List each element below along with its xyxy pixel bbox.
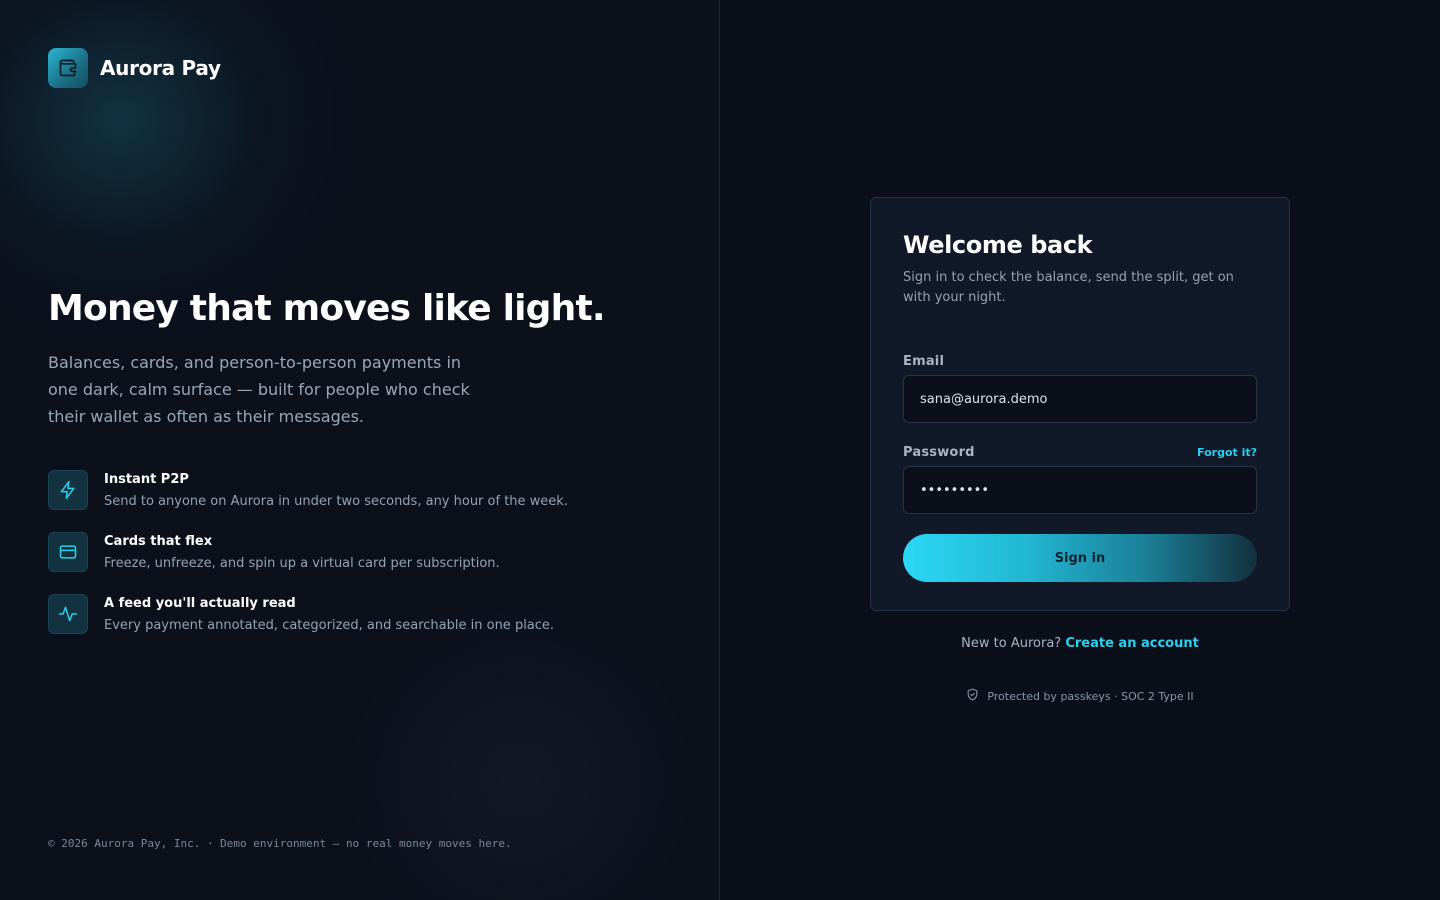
password-group: Password Forgot it? (903, 445, 1257, 514)
feature-title: A feed you'll actually read (104, 596, 296, 611)
login-page: Aurora Pay Money that moves like light. … (0, 0, 1440, 900)
email-label: Email (903, 354, 945, 369)
card-icon (48, 532, 88, 572)
hero-subtitle: Balances, cards, and person-to-person pa… (48, 353, 470, 426)
login-panel: Welcome back Sign in to check the balanc… (720, 0, 1440, 900)
login-subtitle: Sign in to check the balance, send the s… (903, 270, 1234, 305)
feature-item-instant-p2p: Instant P2P Send to anyone on Aurora in … (48, 470, 668, 532)
email-field[interactable] (903, 375, 1257, 423)
feature-description: Send to anyone on Aurora in under two se… (104, 494, 568, 509)
brand-name: Aurora Pay (100, 56, 221, 80)
brand[interactable]: Aurora Pay (48, 48, 221, 88)
hero-title: Money that moves like light. (48, 288, 606, 329)
login-title: Welcome back (903, 231, 1093, 259)
footer-note: © 2026 Aurora Pay, Inc. · Demo environme… (48, 837, 512, 850)
wallet-icon (48, 48, 88, 88)
security-note: Protected by passkeys · SOC 2 Type II (720, 688, 1440, 704)
feature-item-cards: Cards that flex Freeze, unfreeze, and sp… (48, 532, 668, 594)
create-account-link[interactable]: Create an account (1065, 636, 1199, 651)
password-label: Password (903, 445, 975, 460)
login-card: Welcome back Sign in to check the balanc… (870, 197, 1290, 611)
lightning-icon (48, 470, 88, 510)
password-field[interactable] (903, 466, 1257, 514)
sign-in-button[interactable]: Sign in (903, 534, 1257, 582)
new-account-prefix: New to Aurora? (961, 636, 1062, 651)
feature-item-feed: A feed you'll actually read Every paymen… (48, 594, 668, 656)
marketing-panel: Aurora Pay Money that moves like light. … (0, 0, 720, 900)
forgot-password-link[interactable]: Forgot it? (1197, 446, 1257, 459)
feature-description: Freeze, unfreeze, and spin up a virtual … (104, 556, 500, 571)
security-text: Protected by passkeys · SOC 2 Type II (987, 689, 1194, 703)
feature-title: Cards that flex (104, 534, 213, 549)
shield-icon (966, 688, 979, 704)
feature-description: Every payment annotated, categorized, an… (104, 618, 555, 633)
new-account-row: New to Aurora? Create an account (720, 636, 1440, 651)
feature-title: Instant P2P (104, 472, 189, 487)
activity-icon (48, 594, 88, 634)
feature-list: Instant P2P Send to anyone on Aurora in … (48, 470, 668, 656)
email-group: Email (903, 354, 1257, 423)
